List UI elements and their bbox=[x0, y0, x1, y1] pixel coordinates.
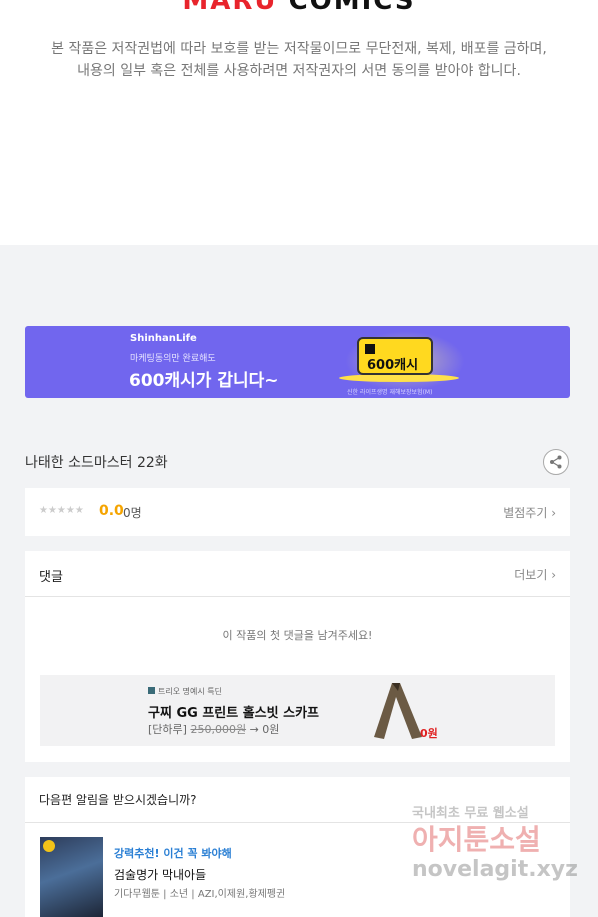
episode-title: 나태한 소드마스터 22화 bbox=[25, 455, 168, 471]
rate-button[interactable]: 별점주기 › bbox=[503, 504, 556, 521]
notice-line-1: 본 작품은 저작권법에 따라 보호를 받는 저작물이므로 무단전재, 복제, 배… bbox=[51, 41, 547, 57]
next-episode-alert-question: 다음편 알림을 받으시겠습니까? bbox=[39, 793, 197, 807]
scarf-product-image bbox=[374, 683, 422, 739]
recommendation-label: 강력추천! 이건 꼭 봐야해 bbox=[114, 847, 232, 860]
clock-icon bbox=[43, 840, 55, 852]
site-logo: MARU COMICS bbox=[182, 0, 416, 16]
ad-price-badge: 0원 bbox=[420, 727, 438, 740]
share-button[interactable] bbox=[543, 449, 569, 475]
rating-score: 0.0 bbox=[99, 503, 124, 519]
watermark-line-3: novelagit.xyz bbox=[412, 857, 578, 882]
watermark-line-2: 아지툰소설 bbox=[412, 823, 541, 856]
copyright-notice: 본 작품은 저작권법에 따라 보호를 받는 저작물이므로 무단전재, 복제, 배… bbox=[0, 38, 598, 82]
recommended-title[interactable]: 검술명가 막내아들 bbox=[114, 866, 206, 883]
comments-more-link[interactable]: 더보기 › bbox=[514, 566, 556, 583]
ad-product-name: 구찌 GG 프린트 홀스빗 스카프 bbox=[148, 706, 320, 721]
product-ad[interactable]: 트리오 명예시 특딘 구찌 GG 프린트 홀스빗 스카프 [단하루] 250,0… bbox=[40, 675, 555, 746]
comments-card: 댓글 더보기 › 이 작품의 첫 댓글을 남겨주세요! 트리오 명예시 특딘 구… bbox=[25, 551, 570, 762]
ad-tag: 트리오 명예시 특딘 bbox=[158, 687, 222, 696]
rating-card: ★★★★★ 0.0 0명 별점주기 › bbox=[25, 488, 570, 536]
rating-count: 0명 bbox=[123, 506, 142, 520]
ad-banner[interactable]: ShinhanLife 마케팅동의만 완료해도 600캐시가 갑니다~ 600캐… bbox=[25, 326, 570, 398]
comments-header: 댓글 bbox=[39, 570, 63, 585]
rating-stars: ★★★★★ bbox=[39, 505, 84, 516]
recommended-meta: 기다무웹툰 | 소년 | AZI,이제원,황제펭귄 bbox=[114, 889, 286, 900]
cash-logo-icon bbox=[365, 344, 375, 354]
content-notice-area: MARU COMICS 본 작품은 저작권법에 따라 보호를 받는 저작물이므로… bbox=[0, 0, 598, 245]
banner-headline: 600캐시가 갑니다~ bbox=[129, 371, 279, 391]
notice-line-2: 내용의 일부 혹은 전체를 사용하려면 저작권자의 서면 동의를 받아야 합니다… bbox=[77, 63, 521, 79]
ad-tag-icon bbox=[148, 687, 155, 694]
banner-sub: 마케팅동의만 완료해도 bbox=[130, 354, 216, 364]
cash-amount: 600캐시 bbox=[367, 358, 419, 373]
pedestal-graphic bbox=[339, 374, 459, 382]
divider bbox=[25, 596, 570, 597]
banner-fine-print: 신한 라이프생명 재해보장보험(M) bbox=[347, 389, 433, 396]
empty-comments-message: 이 작품의 첫 댓글을 남겨주세요! bbox=[222, 629, 373, 642]
share-icon bbox=[550, 455, 562, 469]
ad-price: [단하루] 250,000원 → 0원 bbox=[148, 723, 280, 736]
cash-badge: 600캐시 bbox=[357, 337, 433, 375]
banner-brand: ShinhanLife bbox=[130, 333, 197, 344]
recommended-thumbnail[interactable] bbox=[40, 837, 103, 917]
